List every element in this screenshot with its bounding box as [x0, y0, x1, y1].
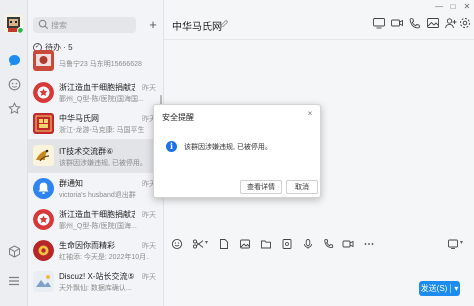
chat-title: 中华马氏网 — [172, 22, 222, 33]
conversation-preview: 鄞州_Q型-陈/医院(国海国... — [59, 96, 144, 103]
video-icon[interactable] — [342, 238, 354, 250]
search-icon — [38, 19, 49, 30]
minimize-button[interactable]: — — [434, 2, 444, 12]
send-button[interactable]: 发送(S) ▾ — [419, 281, 460, 296]
history-icon[interactable] — [447, 238, 459, 250]
edit-icon[interactable] — [220, 19, 229, 28]
view-details-button[interactable]: 查看详情 — [240, 180, 282, 194]
info-icon: i — [166, 141, 177, 152]
add-button[interactable]: + — [145, 17, 161, 33]
group-avatar — [33, 82, 54, 103]
security-alert-dialog: 安全提醒 × i 该群因涉嫌违规, 已被停用。 查看详情 取消 — [153, 104, 321, 198]
scissors-dropdown-icon[interactable]: ▾ — [205, 239, 208, 246]
close-icon[interactable]: × — [305, 109, 315, 119]
screen-share-icon[interactable] — [372, 17, 386, 29]
phone-call-icon[interactable] — [323, 238, 335, 250]
group-avatar — [33, 240, 54, 261]
conversation-preview: victoria's husband退出群 — [59, 192, 136, 199]
conversation-list-pane: + ✓ 待办 · 5 马鲁宁23 马东明15666628 浙江造血干细胞捐献志 … — [28, 0, 164, 306]
close-window-button[interactable]: ✕ — [462, 2, 472, 12]
header-divider — [164, 39, 474, 40]
nav-rail — [0, 0, 28, 306]
list-item[interactable]: 生命因你而精彩 红袖添: 今天是: 2022年10月... 昨天 — [28, 235, 162, 266]
conversation-name: IT技术交流群⑥ — [59, 147, 114, 156]
menu-icon[interactable] — [6, 273, 22, 289]
send-label: 发送(S) — [420, 284, 448, 293]
send-options-icon[interactable]: ▾ — [454, 284, 458, 293]
dialog-message: 该群因涉嫌违规, 已被停用。 — [184, 144, 272, 151]
conversation-preview: 红袖添: 今天是: 2022年10月... — [59, 254, 149, 261]
conversation-preview: 天外飘仙: 数据库确认... — [59, 285, 132, 292]
send-separator — [450, 284, 452, 293]
emoji-icon[interactable] — [171, 238, 183, 250]
star-icon[interactable] — [6, 100, 22, 116]
search-input[interactable] — [51, 18, 133, 32]
cancel-button[interactable]: 取消 — [286, 180, 318, 194]
folder-icon[interactable] — [260, 238, 272, 250]
online-status-dot — [17, 27, 23, 33]
list-item[interactable]: 中华马氏网 浙江-龙游-马克康: 马国平生 昨天 — [28, 108, 162, 139]
settings-icon[interactable] — [458, 17, 472, 29]
more-icon[interactable] — [363, 238, 375, 250]
conversation-name: 群通知 — [59, 179, 83, 188]
group-avatar — [33, 50, 54, 71]
conversation-time: 昨天 — [142, 85, 156, 92]
conversation-preview: 鄞州_Q型-陈/医院(国海... — [59, 223, 137, 230]
list-item[interactable]: 浙江造血干细胞捐献志 鄞州_Q型-陈/医院(国海国... 昨天 — [28, 77, 162, 108]
conversation-preview: 马鲁宁23 马东明15666628 — [59, 61, 142, 68]
input-toolbar: ▾ ▾ — [164, 234, 474, 252]
list-item-active[interactable]: IT技术交流群⑥ 该群因涉嫌违规, 已被停用。 — [28, 139, 162, 173]
conversation-name: 浙江造血干细胞捐献志 — [59, 83, 135, 92]
group-avatar — [33, 145, 54, 166]
list-item[interactable]: 浙江造血干细胞捐献志 鄞州_Q型-陈/医院(国海... 昨天 — [28, 204, 162, 235]
list-item[interactable]: Discuz! X-站长交流⑤ 天外飘仙: 数据库确认... 昨天 — [28, 266, 162, 296]
phone-icon[interactable] — [408, 17, 422, 29]
group-avatar — [33, 271, 54, 292]
mic-icon[interactable] — [302, 238, 314, 250]
conversation-preview: 该群因涉嫌违规, 已被停用。 — [59, 160, 147, 167]
conversation-name: 浙江造血干细胞捐献志 — [59, 210, 135, 219]
conversation-time: 昨天 — [142, 274, 156, 281]
conversation-preview: 浙江-龙游-马克康: 马国平生 — [59, 127, 145, 134]
list-item[interactable]: 群通知 victoria's husband退出群 昨天 — [28, 173, 162, 204]
notification-avatar — [33, 178, 54, 199]
history-dropdown-icon[interactable]: ▾ — [460, 239, 463, 246]
chat-icon[interactable] — [6, 52, 22, 68]
add-member-icon[interactable] — [444, 17, 458, 29]
red-packet-icon[interactable] — [281, 238, 293, 250]
dialog-title: 安全提醒 — [162, 113, 194, 122]
conversation-time: 昨天 — [142, 212, 156, 219]
image-icon[interactable] — [239, 238, 251, 250]
list-item[interactable]: 马鲁宁23 马东明15666628 — [28, 44, 162, 75]
group-avatar — [33, 209, 54, 230]
video-call-icon[interactable] — [390, 17, 404, 29]
file-icon[interactable] — [218, 238, 230, 250]
scissors-icon[interactable] — [192, 238, 204, 250]
conversation-name: 生命因你而精彩 — [59, 241, 115, 250]
conversation-name: Discuz! X-站长交流⑤ — [59, 272, 135, 281]
maximize-button[interactable]: □ — [448, 2, 458, 12]
group-avatar — [33, 113, 54, 134]
conversation-name: 中华马氏网 — [59, 114, 99, 123]
user-avatar[interactable] — [4, 14, 23, 33]
image-icon[interactable] — [426, 17, 440, 29]
conversation-time: 昨天 — [142, 243, 156, 250]
contacts-icon[interactable] — [6, 76, 22, 92]
search-box[interactable] — [33, 17, 136, 33]
cube-icon[interactable] — [6, 243, 22, 259]
